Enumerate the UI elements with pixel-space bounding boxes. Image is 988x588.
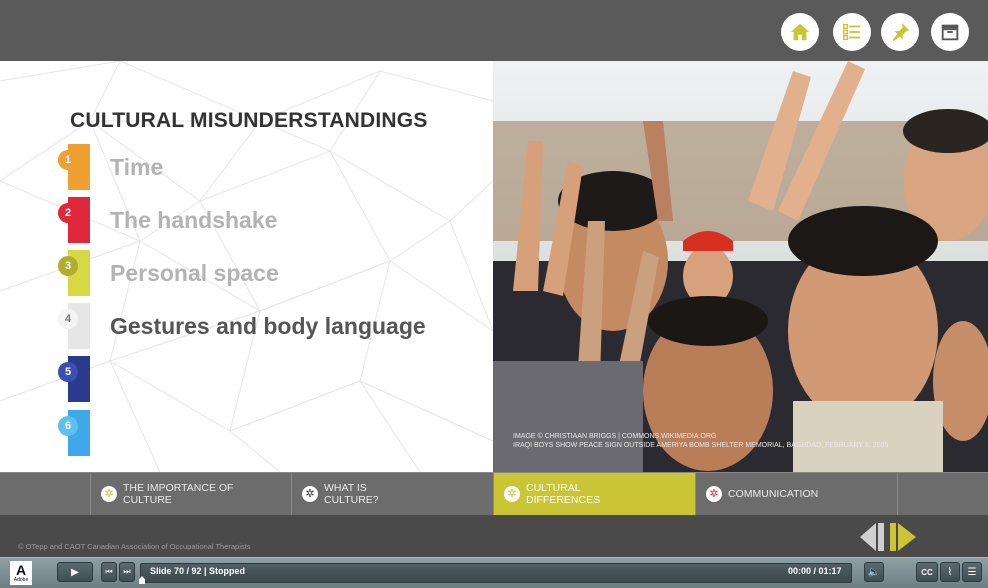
section-tab-communication[interactable]: ✲ COMMUNICATION (695, 473, 897, 515)
volume-icon: 🔈 (867, 566, 881, 578)
section-tab-what-is-culture[interactable]: ✲ WHAT IS CULTURE? (291, 473, 493, 515)
topic-number: 1 (58, 150, 78, 170)
pin-button[interactable] (881, 13, 919, 51)
volume-button[interactable]: 🔈 (864, 562, 884, 582)
section-label: THE IMPORTANCE OF CULTURE (123, 482, 234, 506)
topic-number: 6 (58, 416, 78, 436)
section-tab-importance-of-culture[interactable]: ✲ THE IMPORTANCE OF CULTURE (90, 473, 291, 515)
previous-arrow-icon[interactable] (858, 521, 886, 553)
copyright-text: © OTepp and CAOT Canadian Association of… (18, 542, 251, 551)
section-tab-cultural-differences[interactable]: ✲ CULTURAL DIFFERENCES (493, 473, 695, 515)
topic-number: 5 (58, 362, 78, 382)
topic-item-3[interactable]: 3 Personal space (56, 250, 486, 296)
table-of-contents-icon: ☰ (967, 566, 977, 578)
topic-item-5[interactable]: 5 (56, 356, 486, 402)
photo-credit: IMAGE © CHRISTIAAN BRIGGS | COMMONS.WIKI… (513, 432, 888, 450)
menu-button[interactable] (833, 13, 871, 51)
topic-number: 4 (58, 309, 78, 329)
play-icon: ▶ (71, 566, 79, 578)
progress-track[interactable] (140, 563, 852, 583)
asterisk-icon: ✲ (101, 486, 117, 502)
topic-list-panel: CULTURAL MISUNDERSTANDINGS 1 Time 2 The … (0, 61, 493, 472)
topic-item-6[interactable]: 6 (56, 410, 486, 456)
play-button[interactable]: ▶ (57, 562, 93, 582)
photo-image (493, 61, 988, 472)
slide-title: CULTURAL MISUNDERSTANDINGS (70, 109, 428, 132)
topic-item-1[interactable]: 1 Time (56, 144, 486, 190)
topic-number: 3 (58, 256, 78, 276)
archive-icon (941, 24, 959, 41)
asterisk-icon: ✲ (706, 486, 722, 502)
section-label: WHAT IS CULTURE? (324, 482, 379, 506)
topic-label: Time (110, 154, 164, 180)
archive-button[interactable] (931, 13, 969, 51)
course-player: CULTURAL MISUNDERSTANDINGS 1 Time 2 The … (0, 0, 988, 588)
topic-label: Personal space (110, 260, 279, 286)
playback-bar: A Adobe ▶ ⏮ ⏭ Slide 70 / 92 | Stopped 00… (0, 557, 988, 588)
cc-icon: CC (921, 567, 933, 577)
menu-list-icon (843, 23, 861, 41)
slide-status: Slide 70 / 92 | Stopped (150, 566, 246, 576)
section-label: COMMUNICATION (728, 488, 819, 500)
home-button[interactable] (781, 13, 819, 51)
next-arrow-icon[interactable] (888, 521, 918, 553)
section-tab-empty (897, 473, 988, 515)
adobe-logo-mark: A (15, 562, 27, 578)
asterisk-icon: ✲ (504, 486, 520, 502)
top-toolbar (0, 0, 988, 61)
topic-item-4[interactable]: 4 Gestures and body language (56, 303, 486, 349)
asterisk-icon: ✲ (302, 486, 318, 502)
photo-children-peace-sign: IMAGE © CHRISTIAAN BRIGGS | COMMONS.WIKI… (493, 61, 988, 472)
adobe-logo-text: Adobe (13, 577, 29, 583)
topic-label: Gestures and body language (110, 313, 426, 339)
section-label: CULTURAL DIFFERENCES (526, 482, 601, 506)
attachment-button[interactable]: ⌇ (940, 562, 960, 582)
paperclip-icon: ⌇ (947, 566, 953, 578)
topic-item-2[interactable]: 2 The handshake (56, 197, 486, 243)
photo-credit-line2: IRAQI BOYS SHOW PEACE SIGN OUTSIDE AMERI… (513, 442, 889, 449)
closed-captions-button[interactable]: CC (916, 562, 938, 582)
topic-label: The handshake (110, 207, 278, 233)
playback-time: 00:00 / 01:17 (788, 566, 842, 576)
section-navigation: ✲ THE IMPORTANCE OF CULTURE ✲ WHAT IS CULT… (0, 472, 988, 515)
toc-button[interactable]: ☰ (962, 562, 982, 582)
pin-icon (892, 22, 910, 42)
topic-number: 2 (58, 203, 78, 223)
photo-credit-line1: IMAGE © CHRISTIAAN BRIGGS | COMMONS.WIKI… (513, 433, 717, 440)
slide-content: CULTURAL MISUNDERSTANDINGS 1 Time 2 The … (0, 61, 988, 472)
skip-forward-icon: ⏭ (123, 567, 131, 576)
adobe-logo: A Adobe (10, 561, 32, 585)
footer: © OTepp and CAOT Canadian Association of… (0, 515, 988, 557)
rewind-button[interactable]: ⏮ (101, 562, 117, 582)
skip-back-icon: ⏮ (105, 567, 113, 576)
home-icon (790, 23, 810, 41)
forward-button[interactable]: ⏭ (119, 562, 135, 582)
